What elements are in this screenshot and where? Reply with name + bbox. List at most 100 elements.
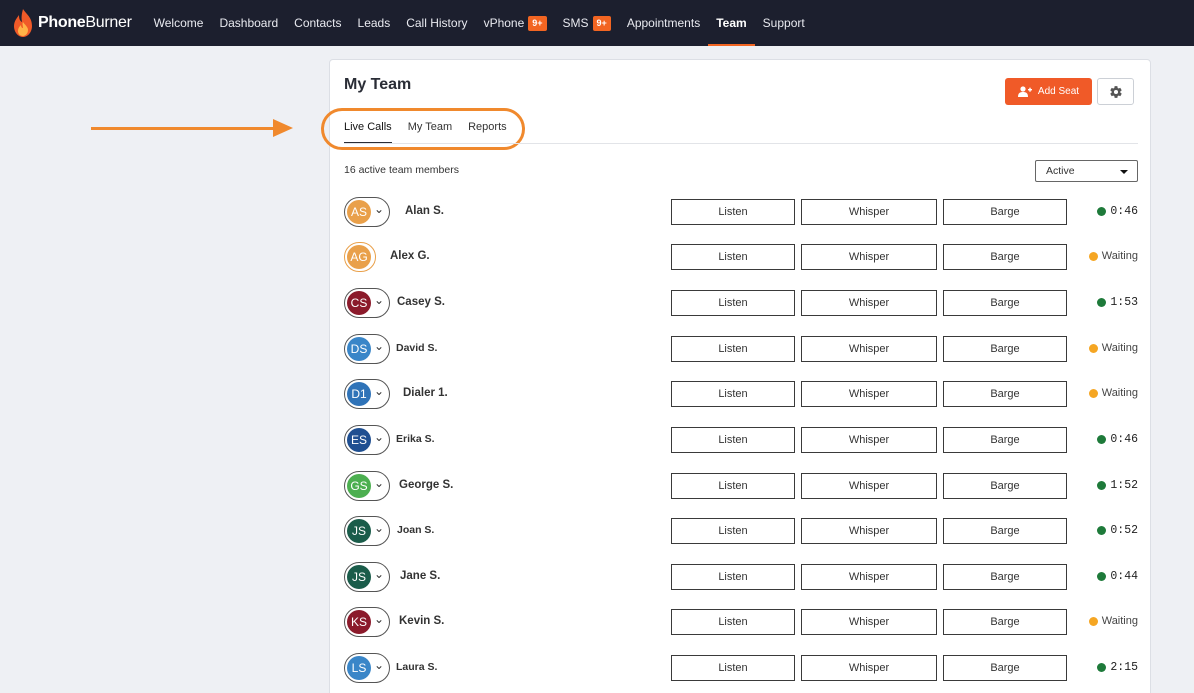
- barge-button[interactable]: Barge: [943, 336, 1067, 362]
- avatar: AG: [347, 245, 371, 269]
- whisper-button[interactable]: Whisper: [801, 381, 937, 407]
- call-status: 2:15: [1097, 661, 1138, 674]
- whisper-button[interactable]: Whisper: [801, 655, 937, 681]
- listen-button[interactable]: Listen: [671, 564, 795, 590]
- member-avatar-dropdown[interactable]: LS ⌄: [344, 653, 390, 683]
- member-avatar-dropdown[interactable]: JS ⌄: [344, 562, 390, 592]
- nav-item-label: Support: [762, 16, 805, 30]
- waiting-status-dot-icon: [1088, 388, 1098, 398]
- call-timer: 1:53: [1110, 296, 1138, 309]
- team-member-row: GS ⌄ George S. Listen Whisper Barge 1:52: [344, 471, 1138, 501]
- team-member-row: JS ⌄ Joan S. Listen Whisper Barge 0:52: [344, 516, 1138, 546]
- barge-button[interactable]: Barge: [943, 655, 1067, 681]
- nav-item-label: Contacts: [294, 16, 342, 30]
- member-name: Alex G.: [390, 250, 430, 262]
- member-avatar-dropdown[interactable]: DS ⌄: [344, 334, 390, 364]
- member-name: David S.: [396, 342, 438, 354]
- nav-item-appointments[interactable]: Appointments: [619, 0, 708, 46]
- team-member-row: KS ⌄ Kevin S. Listen Whisper Barge Waiting: [344, 607, 1138, 637]
- nav-badge: 9+: [528, 15, 547, 31]
- waiting-status-dot-icon: [1088, 343, 1098, 353]
- nav-item-label: Welcome: [153, 16, 204, 30]
- avatar: KS: [347, 610, 371, 634]
- live-status-dot-icon: [1097, 298, 1107, 307]
- listen-button[interactable]: Listen: [671, 473, 795, 499]
- whisper-button[interactable]: Whisper: [801, 244, 937, 270]
- nav-item-sms[interactable]: SMS 9+: [555, 0, 619, 46]
- nav-item-call-history[interactable]: Call History: [398, 0, 475, 46]
- team-member-row: AG Alex G. Listen Whisper Barge Waiting: [344, 242, 1138, 272]
- call-status: 1:53: [1097, 296, 1138, 309]
- add-seat-label: Add Seat: [1037, 86, 1080, 97]
- listen-button[interactable]: Listen: [671, 290, 795, 316]
- member-avatar-dropdown[interactable]: ES ⌄: [344, 425, 390, 455]
- nav-item-vphone[interactable]: vPhone 9+: [476, 0, 555, 46]
- barge-button[interactable]: Barge: [943, 290, 1067, 316]
- call-timer: 0:52: [1110, 524, 1138, 537]
- member-name: Erika S.: [396, 433, 435, 445]
- listen-button[interactable]: Listen: [671, 336, 795, 362]
- chevron-down-icon: ⌄: [374, 476, 385, 490]
- my-team-card: My Team Add Seat Live Calls My Team Repo…: [321, 59, 1151, 693]
- waiting-label: Waiting: [1101, 342, 1138, 354]
- barge-button[interactable]: Barge: [943, 381, 1067, 407]
- top-navbar: PhoneBurner Welcome Dashboard Contacts Lead…: [0, 0, 1194, 46]
- nav-item-dashboard[interactable]: Dashboard: [211, 0, 286, 46]
- whisper-button[interactable]: Whisper: [801, 336, 937, 362]
- member-avatar-dropdown[interactable]: CS ⌄: [344, 288, 390, 318]
- avatar: JS: [347, 565, 371, 589]
- member-avatar-dropdown[interactable]: GS ⌄: [344, 471, 390, 501]
- whisper-button[interactable]: Whisper: [801, 518, 937, 544]
- whisper-button[interactable]: Whisper: [801, 564, 937, 590]
- member-avatar-dropdown[interactable]: D1 ⌄: [344, 379, 390, 409]
- team-member-row: AS ⌄ Alan S. Listen Whisper Barge 0:46: [344, 197, 1138, 227]
- settings-button[interactable]: [1097, 78, 1134, 105]
- team-tabs: Live Calls My Team Reports: [344, 118, 507, 144]
- nav-item-contacts[interactable]: Contacts: [286, 0, 349, 46]
- member-avatar-dropdown[interactable]: AG: [344, 242, 376, 272]
- listen-button[interactable]: Listen: [671, 199, 795, 225]
- barge-button[interactable]: Barge: [943, 518, 1067, 544]
- listen-button[interactable]: Listen: [671, 655, 795, 681]
- status-filter-select[interactable]: Active: [1035, 160, 1138, 182]
- add-seat-button[interactable]: Add Seat: [1005, 78, 1092, 105]
- member-avatar-dropdown[interactable]: KS ⌄: [344, 607, 390, 637]
- barge-button[interactable]: Barge: [943, 427, 1067, 453]
- tab-reports[interactable]: Reports: [468, 118, 507, 144]
- member-avatar-dropdown[interactable]: AS ⌄: [344, 197, 390, 227]
- nav-item-team[interactable]: Team: [708, 0, 756, 46]
- live-status-dot-icon: [1097, 481, 1107, 490]
- nav-item-welcome[interactable]: Welcome: [146, 0, 212, 46]
- nav-item-support[interactable]: Support: [755, 0, 813, 46]
- nav-item-leads[interactable]: Leads: [350, 0, 399, 46]
- live-status-dot-icon: [1097, 435, 1107, 444]
- listen-button[interactable]: Listen: [671, 609, 795, 635]
- listen-button[interactable]: Listen: [671, 244, 795, 270]
- nav-item-label: Call History: [406, 16, 468, 30]
- tab-live-calls[interactable]: Live Calls: [344, 118, 392, 144]
- whisper-button[interactable]: Whisper: [801, 290, 937, 316]
- barge-button[interactable]: Barge: [943, 473, 1067, 499]
- tab-my-team[interactable]: My Team: [408, 118, 452, 144]
- whisper-button[interactable]: Whisper: [801, 199, 937, 225]
- annotation-arrow-line: [91, 127, 277, 130]
- whisper-button[interactable]: Whisper: [801, 609, 937, 635]
- annotation-arrow-head: [273, 119, 293, 137]
- team-member-row: CS ⌄ Casey S. Listen Whisper Barge 1:53: [344, 288, 1138, 318]
- gear-icon: [1109, 85, 1122, 98]
- whisper-button[interactable]: Whisper: [801, 427, 937, 453]
- barge-button[interactable]: Barge: [943, 609, 1067, 635]
- barge-button[interactable]: Barge: [943, 564, 1067, 590]
- listen-button[interactable]: Listen: [671, 518, 795, 544]
- listen-button[interactable]: Listen: [671, 427, 795, 453]
- whisper-button[interactable]: Whisper: [801, 473, 937, 499]
- barge-button[interactable]: Barge: [943, 199, 1067, 225]
- call-timer: 0:46: [1110, 433, 1138, 446]
- member-name: George S.: [399, 479, 454, 491]
- barge-button[interactable]: Barge: [943, 244, 1067, 270]
- phoneburner-logo[interactable]: PhoneBurner: [12, 8, 132, 38]
- listen-button[interactable]: Listen: [671, 381, 795, 407]
- member-name: Dialer 1.: [403, 387, 448, 399]
- member-avatar-dropdown[interactable]: JS ⌄: [344, 516, 390, 546]
- waiting-label: Waiting: [1101, 615, 1138, 627]
